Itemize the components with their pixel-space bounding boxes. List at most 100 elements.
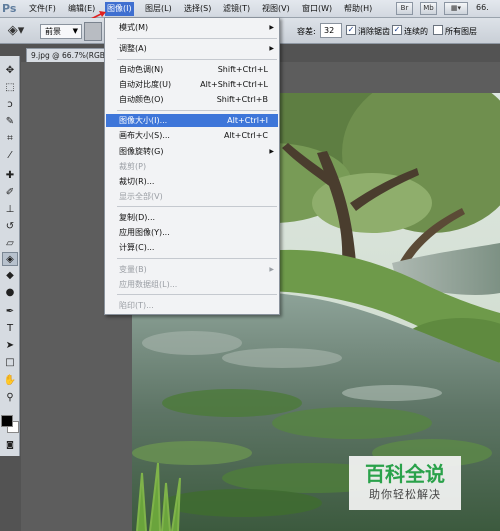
foreground-color-swatch[interactable] [1,415,13,427]
brush-tool-icon[interactable]: ✐ [2,186,18,200]
menu-separator [117,206,277,207]
pattern-swatch[interactable] [84,22,102,41]
contiguous-label: 连续的 [404,27,428,36]
tolerance-label: 容差: [297,27,316,36]
menu-item-trap[interactable]: 陷印(T)... [106,299,278,312]
paint-bucket-tool-icon[interactable]: ◈ [2,252,18,266]
menu-item-label: 模式(M) [119,23,149,32]
menu-separator [117,258,277,259]
menu-item-canvas-size[interactable]: 画布大小(S)... Alt+Ctrl+C [106,129,278,142]
image-menu-dropdown: 模式(M) ▶ 调整(A) ▶ 自动色调(N) Shift+Ctrl+L 自动对比度(… [104,17,280,315]
document-tab[interactable]: 9.jpg @ 66.7%(RGB [26,48,108,62]
toolbox: ✥ ⬚ ↄ ✎ ⌗ ⁄ ✚ ✐ ⊥ ↺ ▱ ◈ ◆ ● ✒ T ➤ □ ✋ ⚲ … [0,56,20,456]
marquee-tool-icon[interactable]: ⬚ [2,81,18,95]
stamp-tool-icon[interactable]: ⊥ [2,203,18,217]
contiguous-checkbox[interactable]: ✓ [392,25,402,35]
menu-item-reveal-all[interactable]: 显示全部(V) [106,190,278,203]
menu-file[interactable]: 文件(F) [29,3,56,15]
paint-bucket-preset-icon[interactable]: ◈▾ [4,22,28,40]
menu-item-shortcut: Shift+Ctrl+B [216,95,268,104]
menu-separator [117,294,277,295]
lasso-tool-icon[interactable]: ↄ [2,98,18,112]
menu-item-duplicate[interactable]: 复制(D)... [106,211,278,224]
crop-tool-icon[interactable]: ⌗ [2,132,18,146]
menu-item-shortcut: Alt+Ctrl+I [227,116,268,125]
menu-item-variables[interactable]: 变量(B) ▶ [106,263,278,276]
quick-select-tool-icon[interactable]: ✎ [2,115,18,129]
menu-item-label: 调整(A) [119,44,147,53]
menu-separator [117,110,277,111]
menu-item-label: 变量(B) [119,265,147,274]
menu-item-label: 应用图像(Y)... [119,228,170,237]
menu-item-apply-image[interactable]: 应用图像(Y)... [106,226,278,239]
menu-item-label: 裁切(R)... [119,177,155,186]
type-tool-icon[interactable]: T [2,322,18,336]
healing-brush-tool-icon[interactable]: ✚ [2,169,18,183]
menu-item-auto-tone[interactable]: 自动色调(N) Shift+Ctrl+L [106,63,278,76]
menu-image[interactable]: 图像(I) [105,2,134,16]
menu-layer[interactable]: 图层(L) [145,3,172,15]
arrange-documents-button[interactable]: ▦▾ [444,2,468,15]
menu-item-apply-data-set[interactable]: 应用数据组(L)... [106,278,278,291]
all-layers-label: 所有图层 [445,27,477,36]
dodge-tool-icon[interactable]: ● [2,286,18,300]
anti-alias-label: 消除锯齿 [358,27,390,36]
quick-mask-icon[interactable]: ◙ [2,438,18,452]
menu-item-label: 自动颜色(O) [119,95,164,104]
zoom-tool-icon[interactable]: ⚲ [2,391,18,405]
shape-tool-icon[interactable]: □ [2,356,18,370]
menu-filter[interactable]: 滤镜(T) [223,3,250,15]
bridge-button[interactable]: Br [396,2,413,15]
menu-item-label: 自动色调(N) [119,65,164,74]
anti-alias-checkbox[interactable]: ✓ [346,25,356,35]
history-brush-tool-icon[interactable]: ↺ [2,220,18,234]
submenu-arrow-icon: ▶ [269,148,274,155]
menu-item-mode[interactable]: 模式(M) ▶ [106,21,278,34]
menu-select[interactable]: 选择(S) [184,3,211,15]
menu-item-label: 裁剪(P) [119,162,147,171]
path-select-tool-icon[interactable]: ➤ [2,339,18,353]
menu-separator [117,59,277,60]
minibridge-button[interactable]: Mb [420,2,437,15]
menu-separator [117,38,277,39]
menu-item-image-size[interactable]: 图像大小(I)... Alt+Ctrl+I [106,114,278,127]
fill-source-select[interactable]: 前景 ▼ [40,24,82,39]
menu-item-label: 图像旋转(G) [119,147,164,156]
menu-item-shortcut: Alt+Shift+Ctrl+L [200,80,268,89]
menu-view[interactable]: 视图(V) [262,3,290,15]
pen-tool-icon[interactable]: ✒ [2,305,18,319]
menu-item-adjustments[interactable]: 调整(A) ▶ [106,42,278,55]
blur-tool-icon[interactable]: ◆ [2,269,18,283]
watermark-subtitle: 助你轻松解决 [369,488,441,501]
menu-item-label: 陷印(T)... [119,301,154,310]
hand-tool-icon[interactable]: ✋ [2,374,18,388]
watermark: 百科全说 助你轻松解决 [349,456,461,510]
menu-item-trim[interactable]: 裁切(R)... [106,175,278,188]
menu-bar: Ps 文件(F) 编辑(E) 图像(I) 图层(L) 选择(S) 滤镜(T) 视… [0,0,500,18]
menu-item-label: 画布大小(S)... [119,131,170,140]
zoom-level[interactable]: 66. [476,3,489,12]
submenu-arrow-icon: ▶ [269,24,274,31]
menu-item-label: 图像大小(I)... [119,116,168,125]
menu-item-shortcut: Shift+Ctrl+L [217,65,268,74]
chevron-down-icon: ▼ [72,27,78,35]
menu-item-calculations[interactable]: 计算(C)... [106,241,278,254]
menu-window[interactable]: 窗口(W) [302,3,332,15]
all-layers-checkbox[interactable] [433,25,443,35]
eyedropper-tool-icon[interactable]: ⁄ [2,149,18,163]
menu-item-crop[interactable]: 裁剪(P) [106,160,278,173]
move-tool-icon[interactable]: ✥ [2,64,18,78]
menu-help[interactable]: 帮助(H) [344,3,372,15]
menu-item-label: 自动对比度(U) [119,80,172,89]
eraser-tool-icon[interactable]: ▱ [2,237,18,251]
submenu-arrow-icon: ▶ [269,45,274,52]
fill-source-value: 前景 [45,27,61,36]
menu-item-shortcut: Alt+Ctrl+C [223,131,268,140]
menu-item-auto-contrast[interactable]: 自动对比度(U) Alt+Shift+Ctrl+L [106,78,278,91]
menu-item-auto-color[interactable]: 自动颜色(O) Shift+Ctrl+B [106,93,278,106]
submenu-arrow-icon: ▶ [269,266,274,273]
tolerance-input[interactable]: 32 [320,23,342,38]
menu-item-image-rotation[interactable]: 图像旋转(G) ▶ [106,145,278,158]
menu-item-label: 复制(D)... [119,213,156,222]
photoshop-logo: Ps [2,2,17,15]
